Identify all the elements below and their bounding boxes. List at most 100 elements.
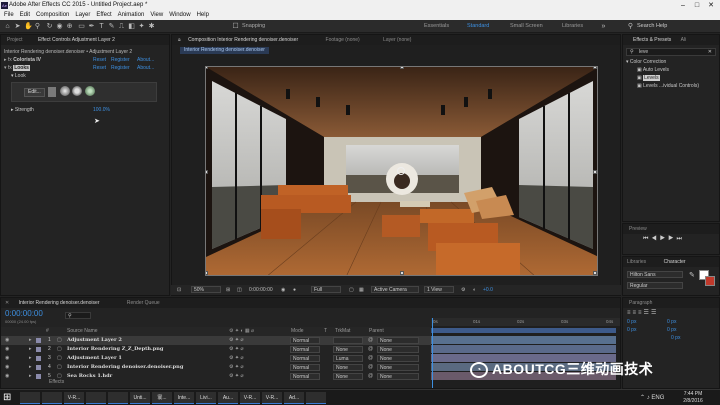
resize-handle[interactable] <box>400 67 404 69</box>
effects-search-input[interactable]: ⚲ leve ✕ <box>626 48 716 56</box>
last-frame-icon[interactable]: ⏭ <box>676 236 684 242</box>
time-ruler[interactable]: 0s 01s 02s 03s 04s <box>431 318 620 326</box>
pick-whip-icon[interactable]: @ <box>368 336 373 345</box>
category-color-correction[interactable]: ▾ Color Correction <box>623 58 719 66</box>
font-style-dropdown[interactable]: Regular <box>627 282 683 289</box>
chevron-right-icon[interactable]: ▸ <box>29 345 32 354</box>
indent-first-value[interactable]: 0 px <box>627 327 636 333</box>
table-row[interactable]: ◉ ▸ 4 ▢ Interior Rendering denoiser.denoiser… <box>1 363 431 372</box>
taskbar-app-button[interactable]: Inte... <box>174 392 194 404</box>
resize-handle[interactable] <box>593 67 597 69</box>
stamp-tool-icon[interactable]: ⎍ <box>118 23 125 30</box>
edit-button[interactable]: Edit... <box>24 88 45 97</box>
layer-switches-icon[interactable]: ⚙ ✦ ⌀ <box>229 354 243 363</box>
close-icon[interactable]: ✕ <box>704 0 718 11</box>
register-link[interactable]: Register <box>111 56 130 64</box>
workspace-standard[interactable]: Standard <box>467 22 489 31</box>
fast-preview-icon[interactable]: ⚙ <box>461 285 465 295</box>
visibility-eye-icon[interactable]: ◉ <box>5 345 9 354</box>
prev-frame-icon[interactable]: ◀ <box>651 236 659 242</box>
layer-bar[interactable] <box>431 345 616 353</box>
roto-brush-icon[interactable]: ✦ <box>138 23 145 30</box>
maximize-icon[interactable]: □ <box>690 0 704 11</box>
taskbar-app-button[interactable]: V-R... <box>240 392 260 404</box>
tab-timeline[interactable]: Interior Rendering denoiser.denoiser <box>19 300 100 306</box>
taskbar-app-button[interactable]: Ad... <box>284 392 304 404</box>
layer-switches-icon[interactable]: ⚙ ✦ ⌀ <box>229 345 243 354</box>
tab-libraries[interactable]: Libraries <box>627 259 646 265</box>
pick-whip-icon[interactable]: @ <box>368 354 373 363</box>
effect-row-colorista[interactable]: ▸ fx Colorista IV Reset Register About..… <box>1 56 169 64</box>
effect-row-looks[interactable]: ▾ fx Looks Reset Register About... <box>1 64 169 72</box>
timeline-timecode[interactable]: 0:00:00:00 <box>5 309 43 318</box>
font-family-dropdown[interactable]: Hilton Sans <box>627 271 683 278</box>
table-row[interactable]: ◉ ▸ 3 ▢ Adjustment Layer 1 ⚙ ✦ ⌀ Normal Luma @ No… <box>1 354 431 363</box>
resize-handle[interactable] <box>593 170 597 174</box>
stroke-color-swatch[interactable] <box>705 276 715 286</box>
table-row[interactable]: ◉ ▸ 1 ▢ Adjustment Layer 2 ⚙ ✦ ⌀ Normal @ None <box>1 336 431 345</box>
label-color-swatch[interactable] <box>36 338 41 343</box>
strength-value[interactable]: 100.0% <box>93 106 110 114</box>
register-link[interactable]: Register <box>111 64 130 72</box>
exposure-value[interactable]: +0.0 <box>483 285 493 295</box>
resize-handle[interactable] <box>400 271 404 275</box>
rotate-tool-icon[interactable]: ↻ <box>46 23 53 30</box>
table-row[interactable]: ◉ ▸ 2 ▢ Interior Rendering Z_Z_Depth.png ⚙ ✦ … <box>1 345 431 354</box>
tab-render-queue[interactable]: Render Queue <box>127 300 160 306</box>
space-before-value[interactable]: 0 px <box>667 326 676 334</box>
workspace-essentials[interactable]: Essentials <box>424 22 449 31</box>
menu-layer[interactable]: Layer <box>75 12 90 18</box>
search-help-input[interactable]: Search Help <box>637 22 717 31</box>
workspace-libraries[interactable]: Libraries <box>562 22 583 31</box>
layer-switches-icon[interactable]: ⚙ ✦ ⌀ <box>229 363 243 372</box>
look-tool-icon[interactable] <box>60 86 70 96</box>
comp-subtab[interactable]: Interior Rendering denoiser.denoiser <box>180 47 269 54</box>
home-icon[interactable]: ⌂ <box>4 23 11 30</box>
menu-animation[interactable]: Animation <box>118 12 145 18</box>
reset-link[interactable]: Reset <box>93 64 106 72</box>
menu-help[interactable]: Help <box>197 12 209 18</box>
exposure-icon[interactable]: ◐ <box>473 285 476 295</box>
rectangle-tool-icon[interactable]: ▭ <box>78 23 85 30</box>
minimize-icon[interactable]: – <box>676 0 690 11</box>
layer-name[interactable]: Interior Rendering denoiser.denoiser.png <box>67 363 183 372</box>
transparency-grid-icon[interactable]: ▦ <box>359 285 364 295</box>
visibility-eye-icon[interactable]: ◉ <box>5 336 9 345</box>
effect-item-levels-individual[interactable]: ▣ Levels ...ividual Controls) <box>623 82 719 90</box>
taskbar-app-button[interactable] <box>108 392 128 404</box>
tab-project[interactable]: Project <box>7 37 23 43</box>
taskbar-app-button[interactable] <box>20 392 40 404</box>
reset-link[interactable]: Reset <box>93 56 106 64</box>
pen-tool-icon[interactable]: ✒ <box>88 23 95 30</box>
zoom-dropdown[interactable]: 50% <box>191 286 221 293</box>
play-icon[interactable]: ▶ <box>660 236 668 242</box>
color-channel-icon[interactable]: ● <box>293 285 296 295</box>
trkmat-dropdown[interactable]: None <box>333 364 363 371</box>
playhead[interactable] <box>432 318 433 388</box>
tab-layer[interactable]: Layer (none) <box>383 37 411 43</box>
workspace-small-screen[interactable]: Small Screen <box>510 22 543 31</box>
lock-icon[interactable]: 🔒︎ <box>178 37 181 43</box>
mask-icon[interactable]: ◫ <box>237 285 242 295</box>
language-indicator[interactable]: ENG <box>651 395 664 401</box>
camera-dropdown[interactable]: Active Camera <box>371 286 419 293</box>
label-color-swatch[interactable] <box>36 356 41 361</box>
resize-handle[interactable] <box>593 271 597 275</box>
selection-tool-icon[interactable]: ➤ <box>14 23 21 30</box>
trkmat-dropdown[interactable]: None <box>333 346 363 353</box>
tray-icons[interactable]: ⌃ ♪ ENG <box>640 392 664 404</box>
taskbar-app-button[interactable]: 寰... <box>152 392 172 404</box>
mode-dropdown[interactable]: Normal <box>290 346 320 353</box>
zoom-tool-icon[interactable]: ⚲ <box>34 23 41 30</box>
about-link[interactable]: About... <box>137 64 154 72</box>
label-color-swatch[interactable] <box>36 365 41 370</box>
taskbar-app-button[interactable]: V-R... <box>64 392 84 404</box>
workspace-menu-icon[interactable]: » <box>600 23 607 30</box>
puppet-tool-icon[interactable]: ✱ <box>148 23 155 30</box>
indent-right-value[interactable]: 0 px <box>667 318 676 326</box>
tab-effects-presets[interactable]: Effects & Presets <box>633 37 671 43</box>
effect-item-levels[interactable]: ▣ Levels <box>623 74 719 82</box>
type-tool-icon[interactable]: T <box>98 23 105 30</box>
taskbar-app-button[interactable] <box>306 392 326 404</box>
close-icon[interactable]: ✕ <box>5 300 9 306</box>
